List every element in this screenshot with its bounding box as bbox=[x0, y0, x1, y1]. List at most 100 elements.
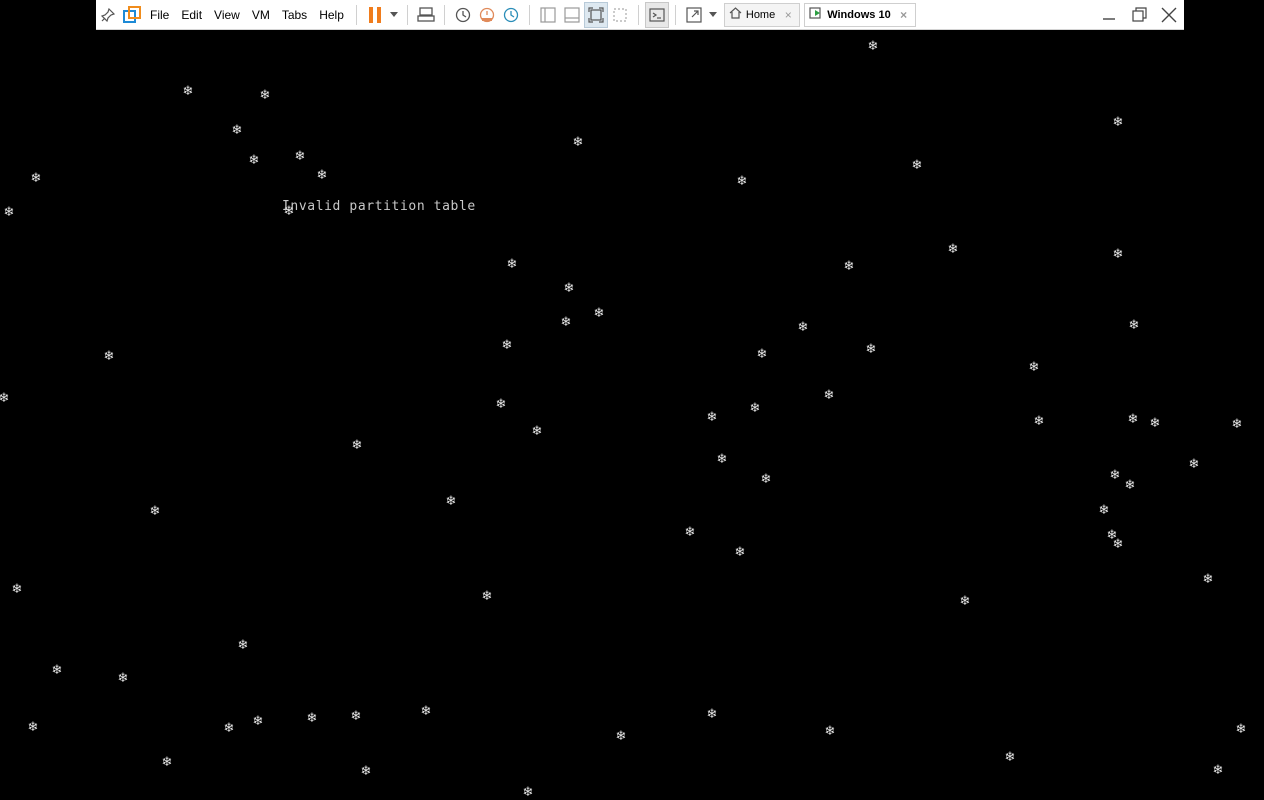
snowflake-icon: ❄ bbox=[506, 257, 518, 272]
snowflake-icon: ❄ bbox=[563, 281, 575, 296]
toolbar-separator bbox=[406, 4, 408, 25]
vm-console-screen[interactable]: File Edit View VM Tabs Help Home × Windo… bbox=[0, 0, 1264, 800]
full-screen-icon[interactable] bbox=[583, 1, 608, 28]
snowflake-icon: ❄ bbox=[495, 397, 507, 412]
snowflake-icon: ❄ bbox=[1112, 537, 1124, 552]
snowflake-icon: ❄ bbox=[947, 242, 959, 257]
show-thumbnail-bar-icon[interactable] bbox=[560, 2, 584, 28]
snowflake-icon: ❄ bbox=[797, 320, 809, 335]
show-library-icon[interactable] bbox=[536, 2, 560, 28]
chevron-down-icon[interactable] bbox=[387, 2, 401, 28]
close-icon[interactable]: × bbox=[897, 8, 911, 22]
snowflake-icon: ❄ bbox=[30, 171, 42, 186]
snowflake-icon: ❄ bbox=[161, 755, 173, 770]
snowflake-icon: ❄ bbox=[1202, 572, 1214, 587]
snowflake-icon: ❄ bbox=[231, 123, 243, 138]
snowflake-icon: ❄ bbox=[350, 709, 362, 724]
snowflake-icon: ❄ bbox=[1124, 478, 1136, 493]
unity-mode-icon[interactable] bbox=[608, 2, 632, 28]
snowflake-icon: ❄ bbox=[27, 720, 39, 735]
snowflake-icon: ❄ bbox=[867, 39, 879, 54]
vmware-logo-icon bbox=[120, 2, 144, 28]
menu-help[interactable]: Help bbox=[313, 0, 350, 30]
console-view-icon[interactable] bbox=[644, 1, 669, 28]
close-icon[interactable]: × bbox=[781, 8, 795, 22]
snowflake-icon: ❄ bbox=[749, 401, 761, 416]
close-window-icon[interactable] bbox=[1154, 0, 1184, 30]
restore-icon[interactable] bbox=[1124, 0, 1154, 30]
snowflake-icon: ❄ bbox=[103, 349, 115, 364]
toolbar-separator bbox=[674, 4, 676, 25]
vm-icon bbox=[809, 7, 823, 22]
snowflake-icon: ❄ bbox=[734, 545, 746, 560]
snowflake-icon: ❄ bbox=[0, 391, 10, 406]
snowflake-icon: ❄ bbox=[615, 729, 627, 744]
snowflake-icon: ❄ bbox=[865, 342, 877, 357]
snowflake-icon: ❄ bbox=[706, 707, 718, 722]
pin-icon[interactable] bbox=[96, 2, 120, 28]
snowflake-icon: ❄ bbox=[911, 158, 923, 173]
toolbar-separator bbox=[355, 4, 357, 25]
tab-home-label: Home bbox=[745, 8, 776, 21]
snowflake-icon: ❄ bbox=[1028, 360, 1040, 375]
menu-edit[interactable]: Edit bbox=[175, 0, 208, 30]
snowflake-icon: ❄ bbox=[1112, 247, 1124, 262]
snapshot-manager-icon[interactable] bbox=[499, 2, 523, 28]
snowflake-icon: ❄ bbox=[1127, 412, 1139, 427]
snowflake-icon: ❄ bbox=[1128, 318, 1140, 333]
menu-file[interactable]: File bbox=[144, 0, 175, 30]
snowflake-icon: ❄ bbox=[420, 704, 432, 719]
snowflake-icon: ❄ bbox=[736, 174, 748, 189]
snowflake-icon: ❄ bbox=[1212, 763, 1224, 778]
snowflake-icon: ❄ bbox=[1149, 416, 1161, 431]
chevron-down-icon[interactable] bbox=[706, 2, 720, 28]
snowflake-icon: ❄ bbox=[843, 259, 855, 274]
tab-windows-10-label: Windows 10 bbox=[827, 8, 891, 21]
minimize-icon[interactable] bbox=[1094, 0, 1124, 30]
snowflake-icon: ❄ bbox=[1112, 115, 1124, 130]
snowflake-icon: ❄ bbox=[445, 494, 457, 509]
send-ctrl-alt-del-icon[interactable] bbox=[414, 2, 438, 28]
menu-vm[interactable]: VM bbox=[246, 0, 276, 30]
snowflake-icon: ❄ bbox=[51, 663, 63, 678]
toolbar-separator bbox=[528, 4, 530, 25]
snowflake-icon: ❄ bbox=[1109, 468, 1121, 483]
boot-error-message: Invalid partition table bbox=[282, 199, 476, 214]
menu-tabs[interactable]: Tabs bbox=[276, 0, 313, 30]
menu-view[interactable]: View bbox=[208, 0, 246, 30]
tab-home[interactable]: Home × bbox=[723, 2, 801, 27]
menu-bar: File Edit View VM Tabs Help bbox=[144, 0, 350, 30]
snowflake-icon: ❄ bbox=[501, 338, 513, 353]
snowflake-icon: ❄ bbox=[1004, 750, 1016, 765]
snowflake-icon: ❄ bbox=[316, 168, 328, 183]
snowflake-icon: ❄ bbox=[252, 714, 264, 729]
home-icon bbox=[729, 7, 742, 22]
snowflake-icon: ❄ bbox=[3, 205, 15, 220]
pause-icon[interactable] bbox=[363, 2, 387, 28]
snowflake-icon: ❄ bbox=[1098, 503, 1110, 518]
snowflake-icon: ❄ bbox=[1033, 414, 1045, 429]
snapshot-revert-icon[interactable] bbox=[475, 2, 499, 28]
snowflake-icon: ❄ bbox=[716, 452, 728, 467]
snowflake-icon: ❄ bbox=[522, 785, 534, 800]
snowflake-icon: ❄ bbox=[223, 721, 235, 736]
toolbar-separator bbox=[443, 4, 445, 25]
snowflake-icon: ❄ bbox=[294, 149, 306, 164]
snowflake-icon: ❄ bbox=[760, 472, 772, 487]
snowflake-icon: ❄ bbox=[306, 711, 318, 726]
snapshot-take-icon[interactable] bbox=[451, 2, 475, 28]
snowflake-icon: ❄ bbox=[117, 671, 129, 686]
snowflake-icon: ❄ bbox=[823, 388, 835, 403]
snowflake-icon: ❄ bbox=[560, 315, 572, 330]
snowflake-icon: ❄ bbox=[593, 306, 605, 321]
stretch-guest-icon[interactable] bbox=[682, 2, 706, 28]
snowflake-icon: ❄ bbox=[351, 438, 363, 453]
snowflake-icon: ❄ bbox=[1231, 417, 1243, 432]
tab-windows-10[interactable]: Windows 10 × bbox=[804, 2, 916, 27]
snowflake-icon: ❄ bbox=[360, 764, 372, 779]
snowflake-icon: ❄ bbox=[1188, 457, 1200, 472]
snowflake-icon: ❄ bbox=[756, 347, 768, 362]
snowflake-icon: ❄ bbox=[531, 424, 543, 439]
snowflake-icon: ❄ bbox=[572, 135, 584, 150]
snowflake-icon: ❄ bbox=[182, 84, 194, 99]
